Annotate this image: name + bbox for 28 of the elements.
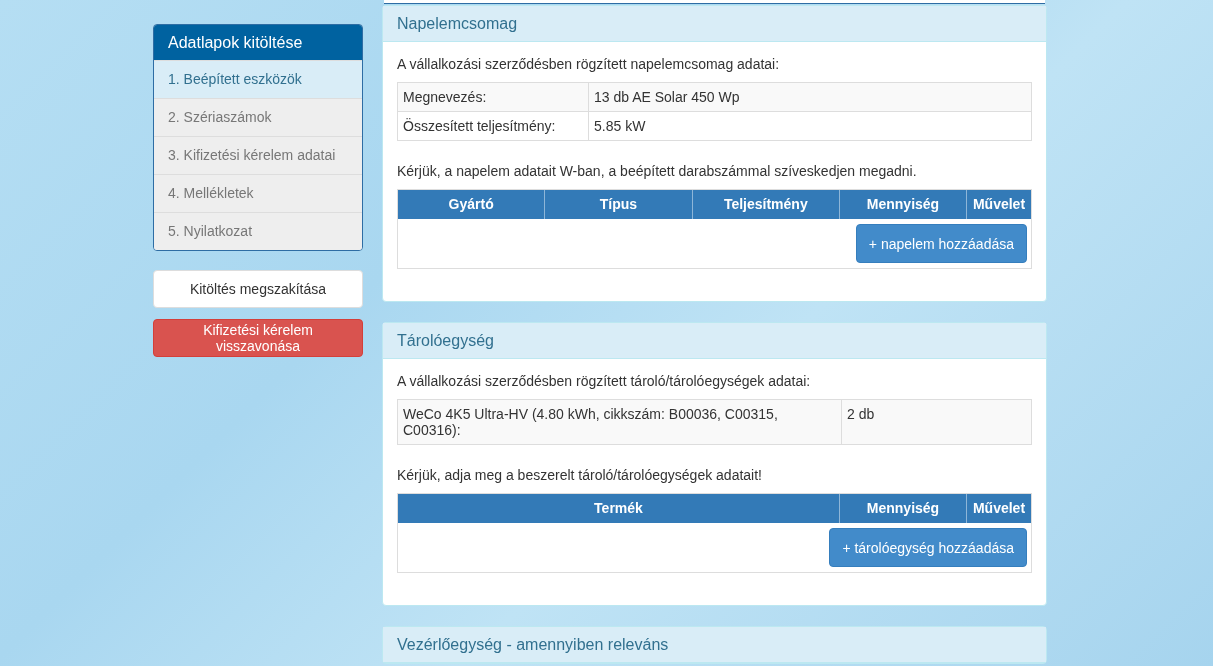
instruction-text: Kérjük, adja meg a beszerelt tároló/tárolóegységek adatait!: [397, 467, 763, 483]
panel-heading: Napelemcsomag: [383, 6, 1046, 42]
instruction-text: Kérjük, a napelem adatait W-ban, a beépített darabszámmal szíveskedjen megadni.: [397, 163, 918, 179]
table-cell: 2 db: [841, 400, 1031, 444]
intro-text: A vállalkozási szerződésben rögzített napelemcsomag adatai:: [397, 56, 781, 72]
column-header: Termék: [593, 499, 644, 518]
step-item[interactable]: 1. Beépített eszközök: [154, 60, 362, 98]
add-button[interactable]: + napelem hozzáadása: [855, 224, 1027, 263]
add-button[interactable]: + tárolóegység hozzáadása: [829, 528, 1027, 567]
table-cell-text: WeCo 4K5 Ultra-HV (4.80 kWh, cikkszám: B00036, C00315, C00316):: [402, 405, 779, 440]
column-header: Típus: [544, 190, 692, 219]
table-cell-text: Megnevezés:: [402, 88, 488, 107]
column-header: Mennyiség: [839, 494, 966, 523]
table-cell: 5.85 kW: [588, 112, 1031, 140]
column-header: Gyártó: [447, 195, 495, 214]
table-cell: 13 db AE Solar 450 Wp: [588, 83, 1031, 111]
panel-heading: Vezérlőegység - amennyiben releváns: [383, 627, 1046, 663]
withdraw-button[interactable]: Kifizetési kérelem visszavonása: [153, 319, 363, 357]
cancel-button[interactable]: Kitöltés megszakítása: [153, 270, 363, 308]
panel-heading: Tárolóegység: [383, 323, 1046, 359]
column-header: Művelet: [966, 190, 1031, 219]
steps-title: Adatlapok kitöltése: [154, 25, 362, 60]
table-cell-text: Összesített teljesítmény:: [402, 117, 557, 136]
step-item[interactable]: 5. Nyilatkozat: [154, 212, 362, 250]
column-header: Művelet: [966, 494, 1031, 523]
column-header: Mennyiség: [839, 190, 966, 219]
intro-text: A vállalkozási szerződésben rögzített tároló/tárolóegységek adatai:: [397, 373, 812, 389]
column-header: Teljesítmény: [691, 190, 839, 219]
